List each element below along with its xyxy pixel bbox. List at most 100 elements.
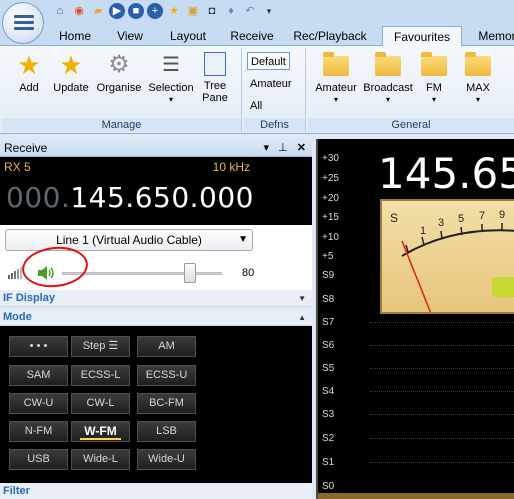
camera-icon[interactable]: ◘: [204, 3, 220, 19]
mode-wide-l-button[interactable]: Wide-L: [71, 449, 130, 470]
mode-step-button[interactable]: Step ☰: [71, 336, 130, 357]
scale-label: S2: [322, 433, 335, 444]
star-add-icon: ★: [17, 50, 41, 80]
volume-bars-icon: [8, 267, 22, 279]
tab-rec-playback[interactable]: Rec/Playback: [288, 26, 372, 46]
max-folder-button[interactable]: MAX ▾: [458, 52, 498, 106]
grid-line: [370, 438, 514, 439]
lock-icon[interactable]: ▣: [185, 3, 201, 19]
mode-sam-button[interactable]: SAM: [9, 365, 68, 386]
display-frequency: 145.65: [378, 149, 514, 198]
broadcast-folder-button[interactable]: Broadcast ▾: [362, 52, 414, 106]
frequency-display[interactable]: 000.145.650.000: [6, 181, 254, 214]
mode-wide-u-button[interactable]: Wide-U: [137, 449, 196, 470]
folder-icon: [465, 52, 491, 76]
organise-button[interactable]: ⚙ Organise: [94, 52, 144, 95]
mode-cw-l-button[interactable]: CW-L: [71, 393, 130, 414]
play-icon[interactable]: ▶: [109, 3, 125, 19]
frequency-prefix: 000.: [6, 181, 71, 214]
meter-label-7: 7: [479, 210, 486, 222]
mode-ecss-l-button[interactable]: ECSS-L: [71, 365, 130, 386]
update-label: Update: [53, 82, 89, 94]
if-display-header[interactable]: IF Display ▼: [0, 290, 312, 307]
pin-dropdown-icon[interactable]: ▾: [264, 142, 270, 154]
defns-all-button[interactable]: All: [247, 97, 265, 115]
tab-view[interactable]: View: [108, 26, 152, 46]
receive-title: Receive: [4, 141, 48, 155]
receive-panel-title: Receive ▾ ⊥ ✕: [0, 139, 312, 157]
scale-label: S6: [322, 340, 335, 351]
scale-label: +15: [322, 212, 339, 223]
undo-icon[interactable]: ↶: [242, 3, 258, 19]
max-label: MAX: [466, 82, 490, 94]
tab-favourites[interactable]: Favourites: [382, 26, 462, 47]
mode-ecss-u-button[interactable]: ECSS-U: [137, 365, 196, 386]
mode-n-fm-button[interactable]: N-FM: [9, 421, 68, 442]
defns-amateur-button[interactable]: Amateur: [247, 75, 295, 93]
update-button[interactable]: ★ Update: [50, 52, 92, 94]
fm-folder-button[interactable]: FM ▾: [416, 52, 452, 106]
scale-label: S5: [322, 363, 335, 374]
tab-layout[interactable]: Layout: [160, 26, 216, 46]
dropdown-icon[interactable]: ▾: [261, 3, 277, 19]
tab-home[interactable]: Home: [52, 26, 98, 46]
stop-icon[interactable]: ■: [128, 3, 144, 19]
filter-header[interactable]: Filter: [0, 483, 312, 499]
s-meter-dial: [401, 223, 514, 312]
tab-memory[interactable]: Memor: [472, 26, 514, 46]
home-icon[interactable]: ⌂: [52, 3, 68, 19]
folder-icon: [323, 52, 349, 76]
caret-down-icon: ▼: [298, 294, 306, 303]
chevron-down-icon: ▾: [168, 95, 173, 104]
scale-label: S0: [322, 481, 335, 492]
folder-icon[interactable]: ▰: [90, 3, 106, 19]
group-manage: ★ Add ★ Update ⚙ Organise ☰ Selection ▾ …: [2, 48, 242, 132]
step-label[interactable]: 10 kHz: [213, 160, 250, 174]
mode-w-fm-button[interactable]: W-FM: [71, 421, 130, 442]
chevron-down-icon: ▾: [431, 95, 436, 104]
pin-icon[interactable]: ⊥: [278, 142, 288, 154]
amateur-folder-button[interactable]: Amateur ▾: [312, 52, 360, 106]
chevron-down-icon: ▼: [238, 234, 248, 245]
volume-slider-track[interactable]: [62, 272, 222, 275]
caret-up-icon: ▲: [298, 313, 306, 322]
volume-slider-thumb[interactable]: [184, 263, 196, 283]
mode-lsb-button[interactable]: LSB: [137, 421, 196, 442]
list-icon: ☰: [162, 54, 180, 76]
mode-am-button[interactable]: AM: [137, 336, 196, 357]
add-label: Add: [19, 82, 39, 94]
mode-header[interactable]: Mode ▲: [0, 309, 312, 326]
star-icon[interactable]: ★: [166, 3, 182, 19]
meter-label-1: 1: [420, 225, 427, 237]
scale-label: +25: [322, 173, 339, 184]
folder-icon: [421, 52, 447, 76]
scale-label: +5: [322, 251, 334, 262]
menu-icon: [14, 15, 34, 31]
lifebuoy-icon[interactable]: ◉: [71, 3, 87, 19]
tab-receive[interactable]: Receive: [224, 26, 280, 46]
audio-device-value: Line 1 (Virtual Audio Cable): [56, 233, 202, 247]
mode-cw-u-button[interactable]: CW-U: [9, 393, 68, 414]
tree-pane-icon: [204, 52, 226, 76]
meter-label-9: 9: [499, 209, 506, 221]
defns-default-button[interactable]: Default: [247, 52, 290, 70]
app-menu-button[interactable]: [2, 2, 44, 44]
drop-icon[interactable]: ♦: [223, 3, 239, 19]
s-meter: S 1 3 5 7 9: [380, 199, 514, 314]
mode-bc-fm-button[interactable]: BC-FM: [137, 393, 196, 414]
mode-usb-button[interactable]: USB: [9, 449, 68, 470]
selection-button[interactable]: ☰ Selection ▾: [146, 52, 196, 106]
plus-icon[interactable]: +: [147, 3, 163, 19]
scale-label: S1: [322, 457, 335, 468]
filter-label: Filter: [3, 485, 30, 497]
mode-button-grid: • • • Step ☰ AM SAM ECSS-L ECSS-U CW-U C…: [0, 326, 312, 483]
audio-device-select[interactable]: Line 1 (Virtual Audio Cable) ▼: [5, 229, 253, 251]
mode-more-button[interactable]: • • •: [9, 336, 68, 357]
broadcast-label: Broadcast: [363, 82, 413, 94]
tree-pane-button[interactable]: Tree Pane: [198, 52, 232, 104]
grid-line: [370, 391, 514, 392]
close-icon[interactable]: ✕: [297, 142, 306, 154]
add-button[interactable]: ★ Add: [12, 52, 46, 94]
spectrum-display: +30 +25 +20 +15 +10 +5 S9 S8 S7 S6 S5 S4…: [316, 139, 514, 499]
scale-label: S8: [322, 294, 335, 305]
